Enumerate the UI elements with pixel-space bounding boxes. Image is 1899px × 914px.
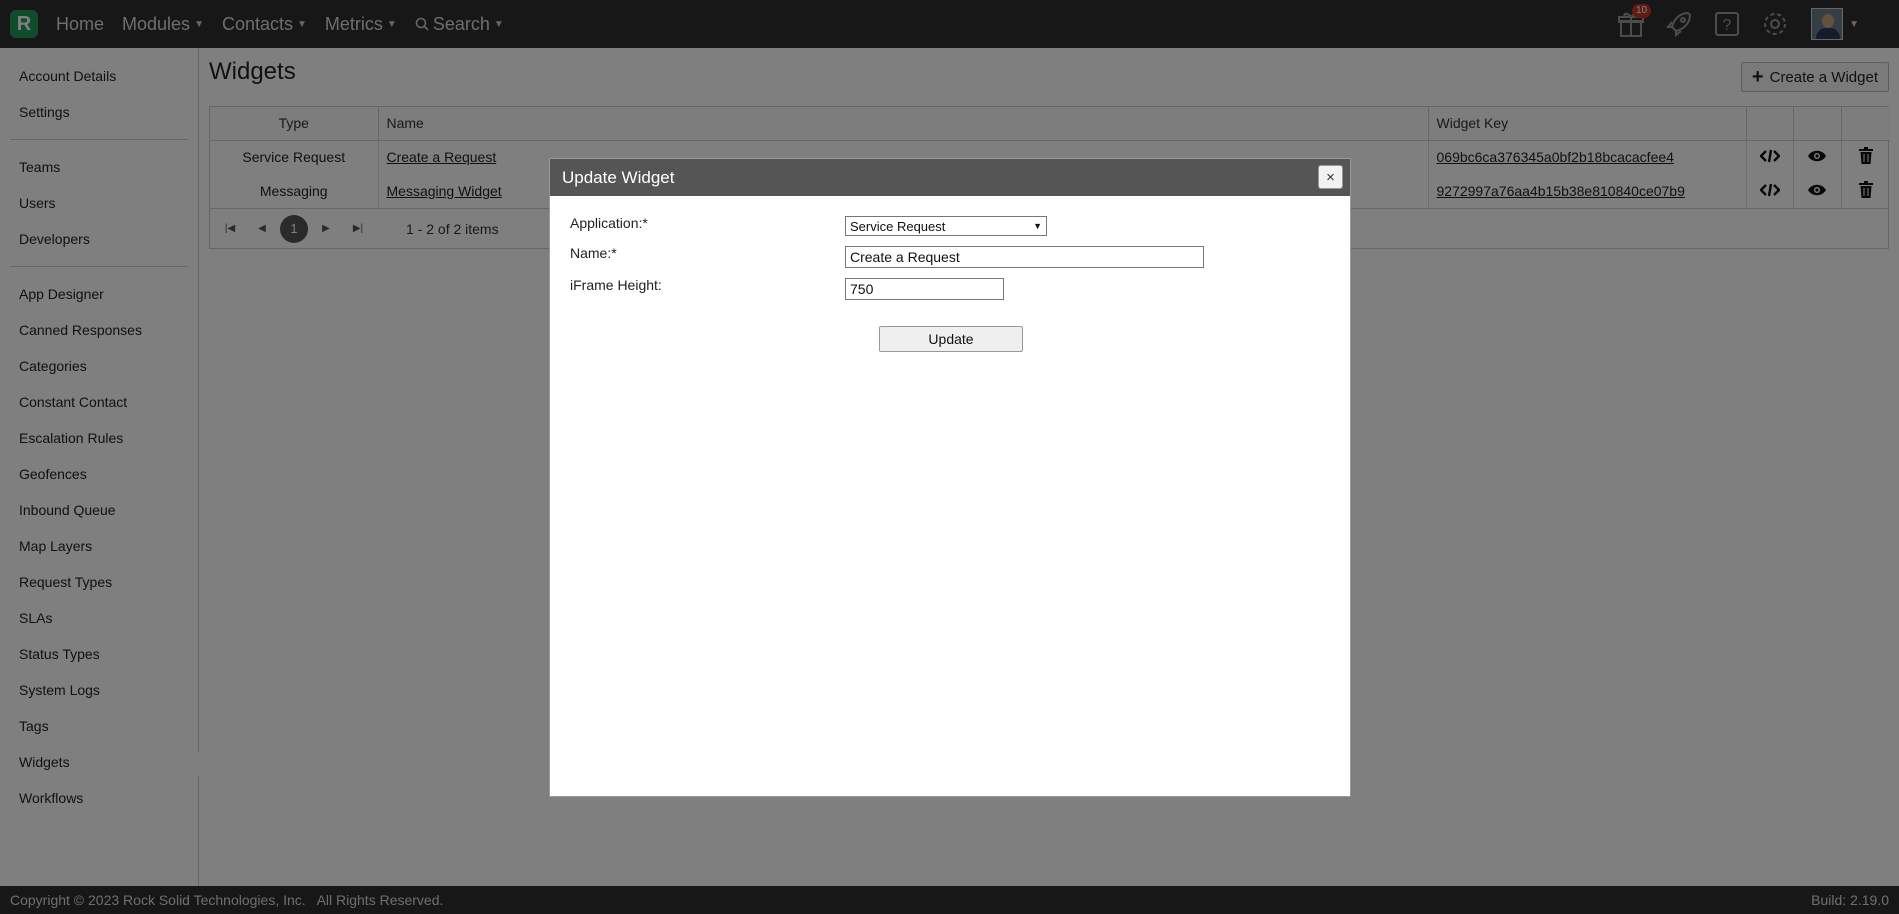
dialog-title: Update Widget — [562, 167, 675, 187]
application-select-value: Service Request — [850, 218, 946, 234]
update-widget-dialog: Update Widget × Application:* Service Re… — [549, 158, 1351, 797]
application-label: Application:* — [570, 215, 648, 231]
iframe-height-label: iFrame Height: — [570, 277, 662, 293]
dialog-header: Update Widget × — [550, 159, 1350, 196]
application-select[interactable]: Service Request ▼ — [845, 216, 1047, 236]
close-icon: × — [1326, 168, 1335, 186]
close-button[interactable]: × — [1318, 165, 1343, 189]
name-label: Name:* — [570, 245, 617, 261]
name-input-value: Create a Request — [850, 249, 960, 265]
iframe-height-value: 750 — [850, 281, 874, 297]
update-button[interactable]: Update — [879, 326, 1023, 352]
chevron-down-icon: ▼ — [1033, 221, 1042, 231]
iframe-height-input[interactable]: 750 — [845, 278, 1004, 300]
name-input[interactable]: Create a Request — [845, 246, 1204, 268]
